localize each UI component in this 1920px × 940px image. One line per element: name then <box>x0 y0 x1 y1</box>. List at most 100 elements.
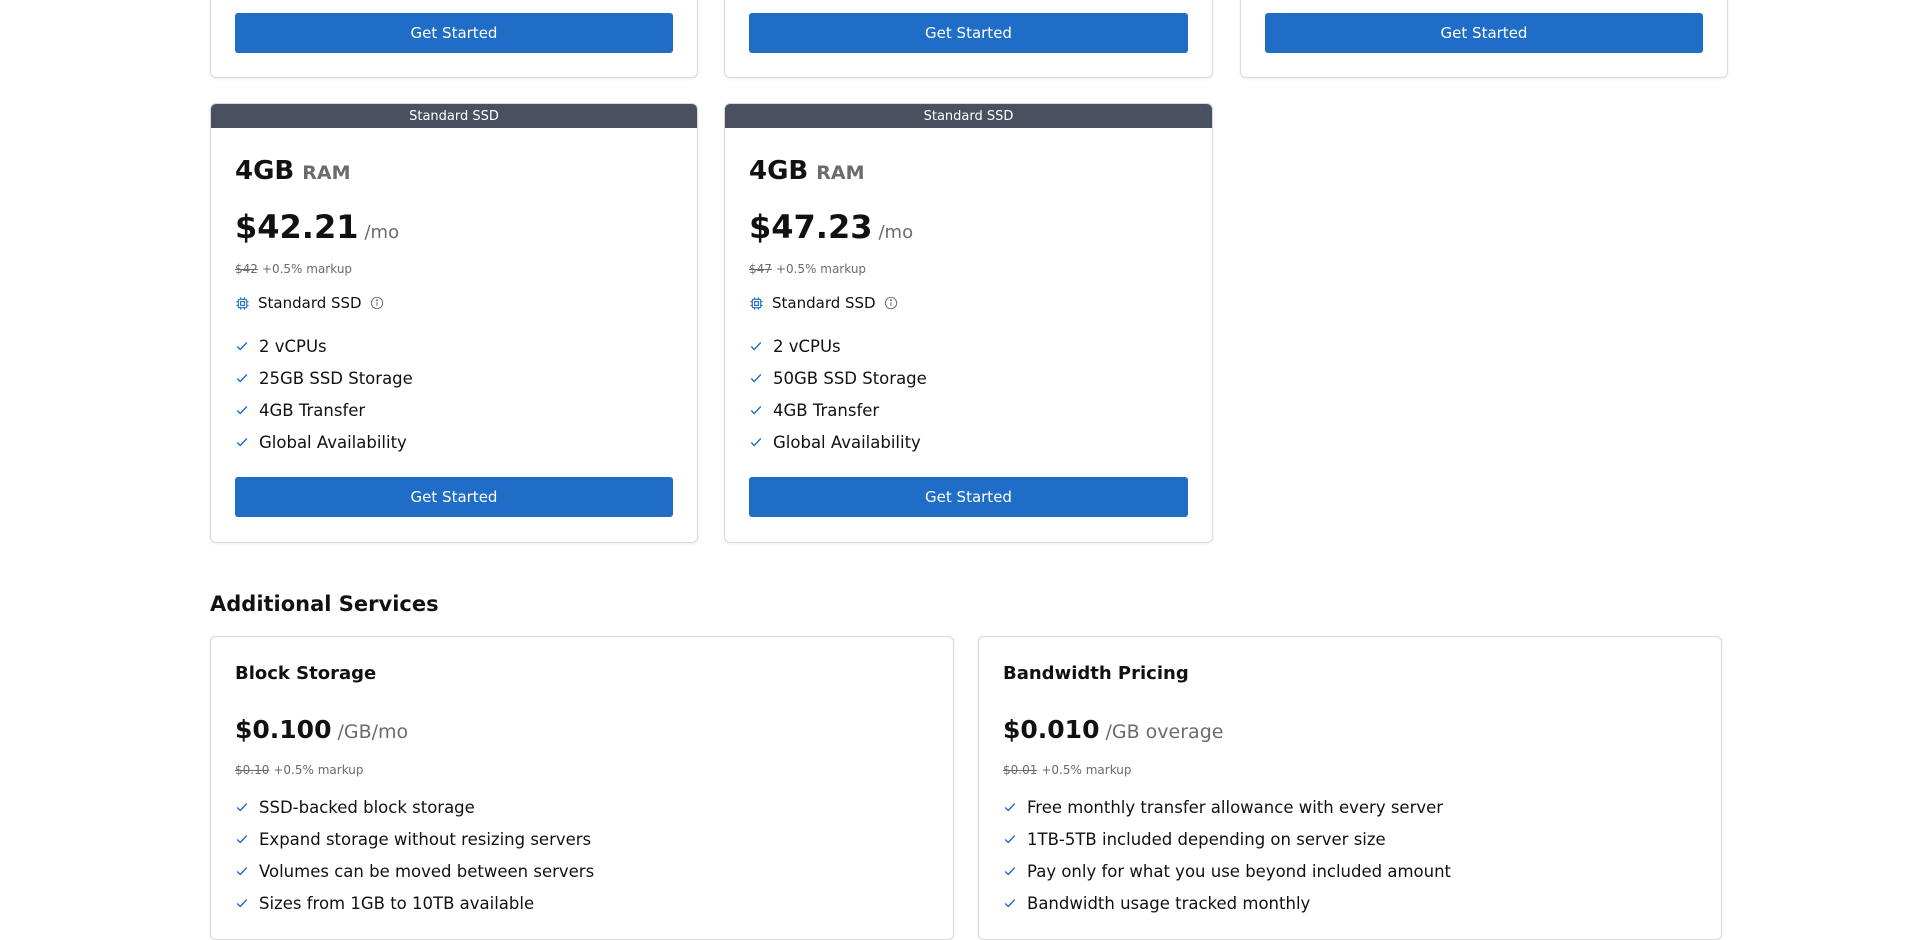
additional-services-title: Additional Services <box>210 592 439 616</box>
list-item: SSD-backed block storage <box>235 791 594 823</box>
feature-list: 2 vCPUs 50GB SSD Storage 4GB Transfer Gl… <box>749 330 927 458</box>
check-icon <box>236 374 248 383</box>
check-icon <box>1004 803 1016 812</box>
list-item: Free monthly transfer allowance with eve… <box>1003 791 1451 823</box>
list-item: Sizes from 1GB to 10TB available <box>235 887 594 919</box>
storage-type: Standard SSD <box>235 294 384 312</box>
price-period: /GB overage <box>1105 721 1224 743</box>
price-period: /mo <box>364 222 400 243</box>
feature-text: Volumes can be moved between servers <box>259 861 595 881</box>
price-amount: $0.100 <box>235 715 332 744</box>
info-icon[interactable] <box>370 296 384 310</box>
list-item: 25GB SSD Storage <box>235 362 413 394</box>
ram-value: 4GB <box>235 156 295 186</box>
feature-list: 2 vCPUs 25GB SSD Storage 4GB Transfer Gl… <box>235 330 413 458</box>
list-item: 4GB Transfer <box>235 394 413 426</box>
check-icon <box>236 438 248 447</box>
check-icon <box>236 406 248 415</box>
ram-unit: RAM <box>302 162 351 184</box>
storage-type: Standard SSD <box>749 294 898 312</box>
plan-price: $42.21 /mo <box>235 208 399 246</box>
info-icon[interactable] <box>884 296 898 310</box>
chip-icon <box>749 296 764 311</box>
service-card: Bandwidth Pricing $0.010 /GB overage $0.… <box>978 636 1722 940</box>
price-period: /GB/mo <box>337 721 409 743</box>
check-icon <box>236 803 248 812</box>
feature-text: Pay only for what you use beyond include… <box>1027 861 1452 881</box>
feature-text: 2 vCPUs <box>773 336 841 356</box>
plan-card-top-1: Get Started <box>210 0 698 78</box>
chip-icon <box>235 296 250 311</box>
list-item: Global Availability <box>749 426 927 458</box>
feature-text: Global Availability <box>259 432 407 452</box>
list-item: Expand storage without resizing servers <box>235 823 594 855</box>
service-card: Block Storage $0.100 /GB/mo $0.10 +0.5% m… <box>210 636 954 940</box>
check-icon <box>750 342 762 351</box>
ram-spec: 4GB RAM <box>235 156 351 186</box>
get-started-button[interactable]: Get Started <box>1265 13 1703 53</box>
original-price-value: $0.01 <box>1003 763 1038 777</box>
get-started-button[interactable]: Get Started <box>749 477 1188 517</box>
feature-text: Expand storage without resizing servers <box>259 829 592 849</box>
list-item: 2 vCPUs <box>749 330 927 362</box>
get-started-button[interactable]: Get Started <box>749 13 1188 53</box>
list-item: Volumes can be moved between servers <box>235 855 594 887</box>
original-price-value: $0.10 <box>235 763 270 777</box>
list-item: 50GB SSD Storage <box>749 362 927 394</box>
feature-list: Free monthly transfer allowance with eve… <box>1003 791 1451 919</box>
feature-text: Sizes from 1GB to 10TB available <box>259 893 535 913</box>
check-icon <box>750 438 762 447</box>
feature-text: SSD-backed block storage <box>259 797 475 817</box>
original-price-value: $42 <box>235 262 258 276</box>
check-icon <box>236 867 248 876</box>
check-icon <box>750 406 762 415</box>
get-started-button[interactable]: Get Started <box>235 477 673 517</box>
list-item: Global Availability <box>235 426 413 458</box>
markup-label: +0.5% markup <box>775 262 867 276</box>
feature-text: 4GB Transfer <box>259 400 366 420</box>
check-icon <box>1004 867 1016 876</box>
feature-text: 25GB SSD Storage <box>259 368 413 388</box>
price-period: /mo <box>878 222 914 243</box>
check-icon <box>1004 899 1016 908</box>
plan-ribbon: Standard SSD <box>211 104 697 128</box>
plan-card: Standard SSD 4GB RAM $47.23 /mo $47 +0.5%… <box>724 103 1213 543</box>
plan-card: Standard SSD 4GB RAM $42.21 /mo $42 +0.5%… <box>210 103 698 543</box>
storage-type-label: Standard SSD <box>772 294 876 312</box>
service-title: Bandwidth Pricing <box>1003 663 1189 684</box>
price-amount: $47.23 <box>749 208 873 246</box>
feature-text: 2 vCPUs <box>259 336 327 356</box>
check-icon <box>236 899 248 908</box>
list-item: 2 vCPUs <box>235 330 413 362</box>
price-amount: $42.21 <box>235 208 359 246</box>
feature-text: 50GB SSD Storage <box>773 368 927 388</box>
original-price: $42 +0.5% markup <box>235 262 352 276</box>
feature-text: 1TB-5TB included depending on server siz… <box>1027 829 1386 849</box>
feature-list: SSD-backed block storage Expand storage … <box>235 791 594 919</box>
plan-price: $47.23 /mo <box>749 208 913 246</box>
markup-label: +0.5% markup <box>261 262 353 276</box>
list-item: Pay only for what you use beyond include… <box>1003 855 1451 887</box>
feature-text: 4GB Transfer <box>773 400 880 420</box>
original-price: $0.10 +0.5% markup <box>235 763 364 777</box>
check-icon <box>1004 835 1016 844</box>
price-amount: $0.010 <box>1003 715 1100 744</box>
plan-card-top-2: Get Started <box>724 0 1213 78</box>
list-item: Bandwidth usage tracked monthly <box>1003 887 1451 919</box>
markup-label: +0.5% markup <box>273 763 364 777</box>
ram-value: 4GB <box>749 156 809 186</box>
feature-text: Bandwidth usage tracked monthly <box>1027 893 1311 913</box>
feature-text: Global Availability <box>773 432 921 452</box>
markup-label: +0.5% markup <box>1041 763 1132 777</box>
list-item: 1TB-5TB included depending on server siz… <box>1003 823 1451 855</box>
feature-text: Free monthly transfer allowance with eve… <box>1027 797 1444 817</box>
original-price-value: $47 <box>749 262 772 276</box>
service-price: $0.010 /GB overage <box>1003 715 1223 744</box>
original-price: $47 +0.5% markup <box>749 262 866 276</box>
check-icon <box>236 835 248 844</box>
get-started-button[interactable]: Get Started <box>235 13 673 53</box>
storage-type-label: Standard SSD <box>258 294 362 312</box>
original-price: $0.01 +0.5% markup <box>1003 763 1132 777</box>
check-icon <box>236 342 248 351</box>
ram-unit: RAM <box>816 162 865 184</box>
